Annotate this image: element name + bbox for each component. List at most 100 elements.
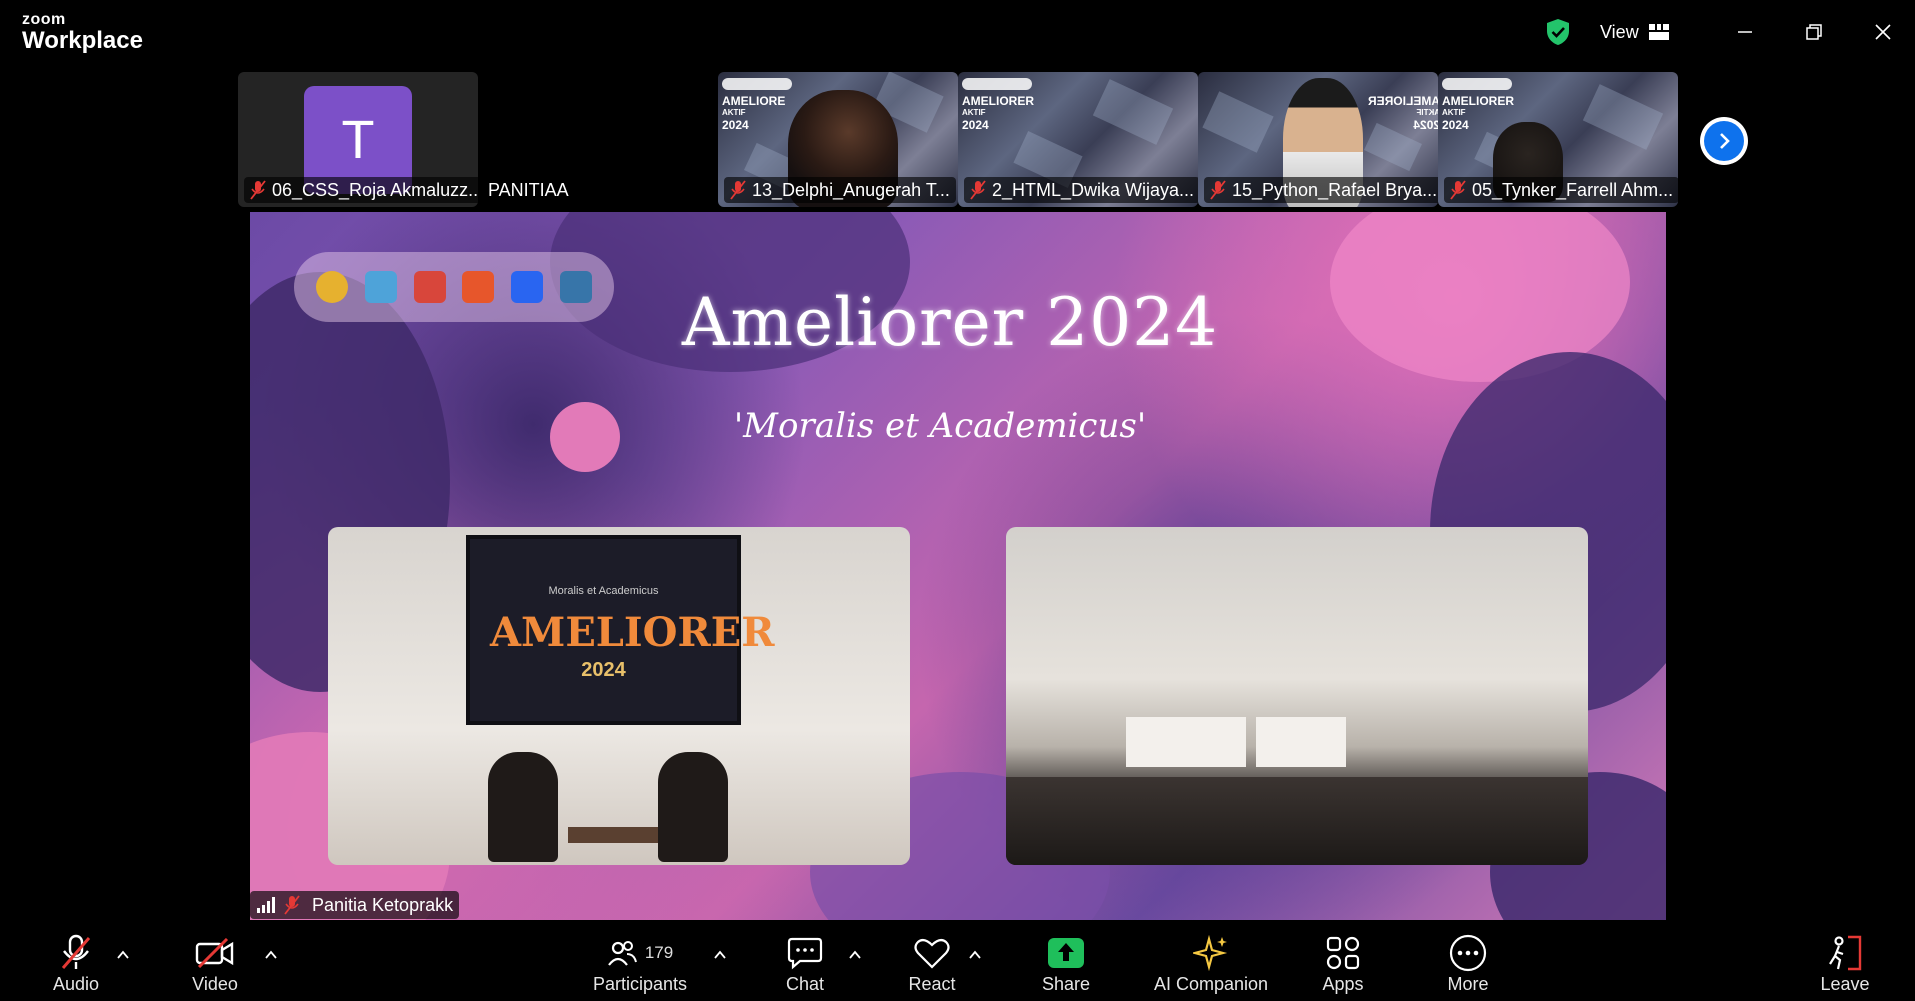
participant-name-tag: 06_CSS_Roja Akmaluzz... [244,177,478,203]
camera-off-icon [195,938,234,968]
brand-text: AMELIORE AKTIF 2024 [722,94,786,132]
participant-name: 15_Python_Rafael Brya... [1232,179,1438,200]
brand-logo-strip [1442,78,1512,90]
ai-companion-label: AI Companion [1153,974,1269,994]
mic-off-icon [730,180,746,200]
participant-name: 2_HTML_Dwika Wijaya... [992,179,1195,200]
apps-icon [1326,936,1360,970]
chevron-up-icon[interactable] [968,948,982,962]
audio-button[interactable]: Audio [44,921,108,1001]
leave-icon [1829,935,1862,971]
participants-button[interactable]: 179 Participants [588,921,692,1001]
audio-label: Audio [52,974,100,994]
video-button[interactable]: Video [186,921,244,1001]
brand-large: Workplace [22,27,143,54]
minimize-icon [1738,31,1752,33]
window [1256,717,1346,767]
brand-small: zoom [22,11,66,28]
participant-name: 13_Delphi_Anugerah T... [752,179,950,200]
chevron-up-icon[interactable] [848,948,862,962]
apps-button[interactable]: Apps [1320,921,1366,1001]
audience-photo [1006,527,1588,865]
event-banner: Moralis et Academicus AMELIORER 2024 [466,535,774,725]
participant-name: PANITIAA [488,179,569,200]
heart-icon [914,938,950,969]
sparkle-icon [1193,935,1228,971]
participant-gallery: T 06_CSS_Roja Akmaluzz... PANITIAA AMELI… [238,72,1678,207]
participants-icon [607,941,637,966]
video-label: Video [192,974,238,994]
chevron-right-icon [1720,133,1730,149]
chat-icon [787,937,823,970]
stage-photo: Moralis et Academicus AMELIORER 2024 [328,527,910,865]
brand-text: AMELIORER AKTIF 2024 [1442,94,1514,132]
slide-subtitle: 'Moralis et Academicus' [733,406,1147,446]
mic-off-icon [970,180,986,200]
grid-icon [1648,24,1669,40]
participant-name-tag: 15_Python_Rafael Brya... [1204,177,1438,203]
minimize-button[interactable] [1725,14,1765,50]
seated-person [488,752,558,862]
brand-logo-strip [722,78,792,90]
shield-check-icon[interactable] [1545,18,1571,46]
slide-title: Ameliorer 2024 [681,284,1219,361]
participant-name: 05_Tynker_Farrell Ahm... [1472,179,1674,200]
html-icon [462,271,495,303]
ai-companion-button[interactable]: AI Companion [1150,921,1272,1001]
brand-text: AMELIORER AKTIF 2024 [1368,94,1438,132]
presenter-name: Panitia Ketoprakk [312,894,454,915]
leave-button[interactable]: Leave [1818,921,1872,1001]
title-bar: zoom Workplace View [0,0,1915,66]
view-label: View [1600,21,1639,42]
restore-button[interactable] [1794,14,1834,50]
participant-name-tag: 05_Tynker_Farrell Ahm... [1444,177,1678,203]
mic-muted-icon [61,934,91,969]
react-label: React [908,974,956,994]
participants-count: 179 [644,943,674,962]
next-page-button[interactable] [1700,117,1748,165]
course-icons-bar [294,252,614,322]
react-button[interactable]: React [906,921,958,1001]
share-label: Share [1041,974,1091,994]
python-icon [559,271,592,303]
mic-off-icon [1210,180,1226,200]
chevron-up-icon[interactable] [116,948,130,962]
participant-name-tag: PANITIAA [482,177,575,203]
java-icon [364,271,397,303]
meeting-toolbar: Audio Video 179 Participants Chat React [0,921,1915,1001]
table [568,827,658,843]
leave-label: Leave [1820,974,1870,994]
participant-name-tag: 2_HTML_Dwika Wijaya... [964,177,1198,203]
chevron-up-icon[interactable] [264,948,278,962]
participant-tile[interactable]: AMELIORE AKTIF 2024 13_Delphi_Anugerah T..… [718,72,958,207]
chevron-up-icon[interactable] [713,948,727,962]
apps-label: Apps [1322,974,1364,994]
mic-off-icon [250,180,266,200]
participant-name: 06_CSS_Roja Akmaluzz... [272,179,478,200]
chat-button[interactable]: Chat [783,921,827,1001]
app-logo: zoom Workplace [22,12,143,53]
participant-name-tag: 13_Delphi_Anugerah T... [724,177,956,203]
share-button[interactable]: Share [1040,921,1092,1001]
more-label: More [1447,974,1489,994]
more-icon [1449,934,1487,972]
view-button[interactable]: View [1600,19,1669,45]
presenter-name-tag: Panitia Ketoprakk [250,891,460,919]
background-shape [550,402,620,472]
mic-off-icon [284,895,300,915]
close-button[interactable] [1863,14,1903,50]
signal-icon [257,897,275,913]
participant-tile[interactable]: AMELIORER AKTIF 2024 05_Tynker_Farrell Ahm… [1438,72,1678,207]
css-icon [510,271,543,303]
participant-tile[interactable]: T 06_CSS_Roja Akmaluzz... [238,72,478,207]
restore-icon [1806,24,1822,40]
seated-person [658,752,728,862]
participant-tile[interactable]: AMELIORER AKTIF 2024 15_Python_Rafael Brya… [1198,72,1438,207]
brand-logo-strip [962,78,1032,90]
more-button[interactable]: More [1444,921,1492,1001]
participants-label: Participants [592,974,688,994]
chat-label: Chat [785,974,825,994]
window [1126,717,1246,767]
participant-tile[interactable]: PANITIAA [478,72,718,207]
participant-tile[interactable]: AMELIORER AKTIF 2024 2_HTML_Dwika Wijaya..… [958,72,1198,207]
